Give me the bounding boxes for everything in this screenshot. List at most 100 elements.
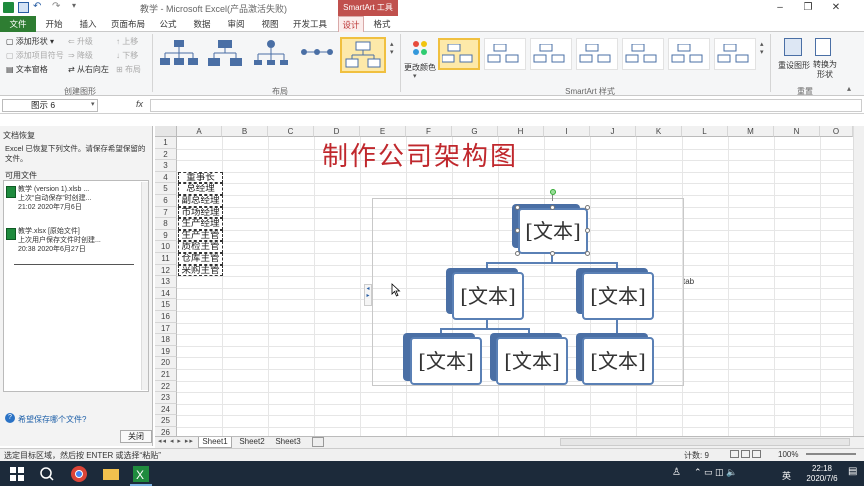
row-header[interactable]: 24 (155, 403, 177, 416)
name-box[interactable]: 图示 6 (2, 99, 98, 112)
close-window-button[interactable]: ✕ (822, 0, 850, 16)
row-header[interactable]: 9 (155, 229, 177, 242)
tab-insert[interactable]: 插入 (72, 16, 104, 32)
tab-review[interactable]: 审阅 (220, 16, 252, 32)
tab-file[interactable]: 文件 (0, 16, 36, 32)
recovery-file-item[interactable]: 教学.xlsx [原始文件] 上次用户保存文件时创建... 20:38 2020… (18, 227, 138, 254)
row-header[interactable]: 12 (155, 264, 177, 277)
column-header[interactable]: M (728, 126, 774, 137)
rotation-handle[interactable] (550, 189, 556, 195)
promote-button[interactable]: ⇐ 升级 (68, 36, 93, 47)
formula-input[interactable] (150, 99, 862, 112)
tab-view[interactable]: 视图 (254, 16, 286, 32)
column-header[interactable]: A (177, 126, 222, 137)
row-header[interactable]: 1 (155, 137, 177, 149)
styles-gallery-scroll-icon[interactable]: ▴ ▾ (760, 40, 764, 56)
normal-view-icon[interactable] (730, 450, 739, 458)
page-break-view-icon[interactable] (752, 450, 761, 458)
column-header[interactable]: J (590, 126, 636, 137)
row-header[interactable]: 16 (155, 311, 177, 323)
row-header[interactable]: 15 (155, 299, 177, 311)
collapse-ribbon-icon[interactable]: ▴ (847, 84, 851, 93)
tab-data[interactable]: 数据 (186, 16, 218, 32)
change-colors-icon[interactable] (410, 38, 430, 58)
right-to-left-button[interactable]: ⇄ 从右向左 (68, 64, 109, 75)
column-header[interactable]: I (544, 126, 590, 137)
column-header[interactable]: N (774, 126, 820, 137)
reset-graphic-icon[interactable] (784, 38, 802, 56)
customize-qat-icon[interactable]: ▾ (72, 1, 76, 10)
change-colors-button[interactable]: 更改颜色 (404, 62, 436, 73)
column-header[interactable]: B (222, 126, 268, 137)
help-icon[interactable]: ? (5, 413, 15, 423)
recovery-close-button[interactable]: 关闭 (120, 430, 152, 443)
move-up-button[interactable]: ↑ 上移 (116, 36, 138, 47)
layout-gallery-scroll-icon[interactable]: ▴ ▾ (390, 40, 394, 56)
org-cell[interactable]: 副总经理 (178, 195, 223, 207)
people-icon[interactable]: ♙ (672, 467, 681, 478)
windows-start-icon[interactable] (8, 465, 26, 483)
redo-icon[interactable]: ↷ (52, 1, 60, 12)
sheet-title[interactable]: 制作公司架构图 (322, 136, 518, 173)
org-cell[interactable]: 生产经理 (178, 218, 223, 230)
tab-design[interactable]: 设计 (338, 16, 364, 32)
tab-developer[interactable]: 开发工具 (288, 16, 332, 32)
folder-icon[interactable] (102, 465, 120, 483)
tab-formulas[interactable]: 公式 (152, 16, 184, 32)
convert-to-shapes-icon[interactable] (815, 38, 831, 56)
layout-hierarchy-3[interactable] (250, 38, 292, 70)
text-pane-button[interactable]: ▤ 文本窗格 (6, 64, 48, 75)
row-header[interactable]: 19 (155, 345, 177, 358)
row-header[interactable]: 20 (155, 357, 177, 369)
which-file-help-link[interactable]: 希望保存哪个文件? (18, 414, 86, 425)
select-all-corner[interactable] (155, 126, 177, 137)
row-header[interactable]: 25 (155, 415, 177, 427)
column-header[interactable]: C (268, 126, 314, 137)
org-cell[interactable]: 生产主管 (178, 229, 223, 242)
row-header[interactable]: 11 (155, 253, 177, 265)
add-bullet-button[interactable]: ▢ 添加项目符号 (6, 50, 64, 61)
reset-graphic-button[interactable]: 重设图形 (778, 60, 810, 71)
resize-handle[interactable] (550, 205, 555, 210)
tab-home[interactable]: 开始 (38, 16, 70, 32)
org-cell[interactable]: 质检主管 (178, 241, 223, 253)
org-cell[interactable]: 采购主管 (178, 264, 223, 277)
input-language[interactable]: 英 (782, 469, 791, 482)
tab-format[interactable]: 格式 (366, 16, 398, 32)
org-node-mid-left[interactable]: [文本] (452, 272, 524, 320)
org-cell[interactable]: 仓库主管 (178, 253, 223, 265)
horizontal-scrollbar[interactable] (560, 438, 850, 446)
recovery-scrollbar[interactable] (141, 182, 148, 390)
add-shape-button[interactable]: ▢ 添加形状 ▾ (6, 36, 54, 47)
row-header[interactable]: 2 (155, 148, 177, 161)
org-node-bottom-1[interactable]: [文本] (410, 337, 482, 385)
search-icon[interactable] (38, 465, 56, 483)
view-buttons[interactable] (730, 450, 770, 459)
undo-icon[interactable]: ↶ (33, 1, 41, 12)
row-header[interactable]: 7 (155, 206, 177, 219)
row-header[interactable]: 17 (155, 322, 177, 335)
chrome-icon[interactable] (70, 465, 88, 483)
sheet-tab-sheet2[interactable]: Sheet2 (236, 437, 268, 448)
resize-handle[interactable] (515, 228, 520, 233)
excel-taskbar-icon[interactable]: X (132, 465, 150, 483)
column-header[interactable]: K (636, 126, 682, 137)
resize-handle[interactable] (515, 251, 520, 256)
column-header[interactable]: O (820, 126, 853, 137)
restore-button[interactable]: ❐ (794, 0, 822, 16)
row-header[interactable]: 6 (155, 195, 177, 207)
column-header[interactable]: L (682, 126, 728, 137)
org-node-bottom-3[interactable]: [文本] (582, 337, 654, 385)
row-header[interactable]: 23 (155, 392, 177, 404)
resize-handle[interactable] (585, 205, 590, 210)
tray-icons[interactable]: ⌃ ▭ ◫ 🔈 (694, 467, 737, 478)
insert-function-icon[interactable]: fx (136, 99, 143, 109)
insert-sheet-icon[interactable] (312, 437, 324, 447)
recovery-file-item[interactable]: 教学 (version 1).xlsb ... 上次“自动保存”时创建... 2… (18, 185, 138, 212)
row-header[interactable]: 5 (155, 183, 177, 195)
zoom-level[interactable]: 100% (778, 450, 798, 459)
name-box-dropdown-icon[interactable]: ▾ (91, 100, 95, 108)
layout-hierarchy-4[interactable] (296, 38, 338, 70)
org-cell[interactable]: 董事长 (178, 171, 223, 184)
row-header[interactable]: 18 (155, 334, 177, 346)
